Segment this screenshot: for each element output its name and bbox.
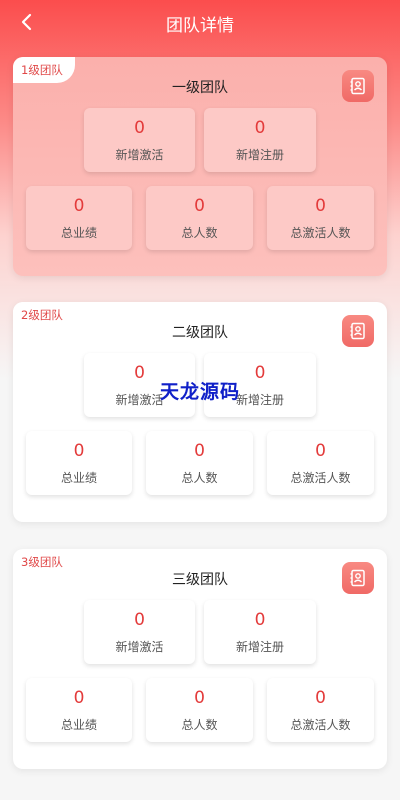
stat-total-active-people[interactable]: 0 总激活人数 <box>267 186 374 250</box>
team-card-level-1: 1级团队 一级团队 0 新增激活 0 新增注册 0 总业绩 0 总人数 0 总激… <box>13 57 387 276</box>
stat-value: 0 <box>73 196 85 216</box>
page-title: 团队详情 <box>166 16 234 36</box>
stat-value: 0 <box>254 610 266 630</box>
stat-value: 0 <box>315 441 326 461</box>
team-card-level-3: 3级团队 三级团队 0 新增激活 0 新增注册 0 总业绩 0 总人数 0 总激… <box>13 549 387 769</box>
stat-value: 0 <box>73 441 85 461</box>
stat-value: 0 <box>73 688 85 708</box>
stat-total-people[interactable]: 0 总人数 <box>146 678 253 742</box>
stat-label: 新增注册 <box>235 148 284 162</box>
stat-value: 0 <box>194 688 205 708</box>
watermark-text: 天龙源码 <box>159 381 240 403</box>
stat-label: 总人数 <box>181 471 218 485</box>
team-card-level-2: 2级团队 二级团队 0 新增激活 0 新增注册 0 总业绩 0 总人数 0 总激… <box>13 302 387 522</box>
stat-new-register[interactable]: 0 新增注册 <box>204 600 316 664</box>
stat-value: 0 <box>194 441 205 461</box>
stat-label: 总人数 <box>181 718 218 732</box>
stat-label: 总激活人数 <box>290 226 351 240</box>
stat-total-performance[interactable]: 0 总业绩 <box>26 431 132 495</box>
stat-value: 0 <box>134 610 145 630</box>
contacts-button[interactable] <box>342 562 374 594</box>
stat-label: 总人数 <box>181 226 218 240</box>
stat-new-active[interactable]: 0 新增激活 <box>84 108 195 172</box>
contact-book-icon <box>350 569 365 587</box>
team-title: 二级团队 <box>172 325 228 341</box>
stat-new-register[interactable]: 0 新增注册 <box>204 108 316 172</box>
stat-value: 0 <box>315 196 326 216</box>
stat-new-active[interactable]: 0 新增激活 <box>84 600 195 664</box>
contacts-button[interactable] <box>342 70 374 102</box>
stat-value: 0 <box>194 196 205 216</box>
contact-book-icon <box>350 322 365 340</box>
stat-total-performance[interactable]: 0 总业绩 <box>26 186 132 250</box>
stat-label: 新增激活 <box>115 640 164 654</box>
team-title: 三级团队 <box>172 572 228 588</box>
stat-value: 0 <box>254 118 266 138</box>
stat-label: 总激活人数 <box>290 471 351 485</box>
stat-label: 总业绩 <box>60 226 97 240</box>
stat-total-people[interactable]: 0 总人数 <box>146 431 253 495</box>
stat-total-people[interactable]: 0 总人数 <box>146 186 253 250</box>
top-bar: 团队详情 <box>0 0 400 46</box>
stat-value: 0 <box>134 118 145 138</box>
stat-label: 总业绩 <box>60 471 97 485</box>
stat-label: 总激活人数 <box>290 718 351 732</box>
stat-label: 新增激活 <box>115 148 164 162</box>
contact-book-icon <box>350 77 365 95</box>
stat-total-performance[interactable]: 0 总业绩 <box>26 678 132 742</box>
stat-total-active-people[interactable]: 0 总激活人数 <box>267 678 374 742</box>
stat-label: 新增注册 <box>235 640 284 654</box>
stat-value: 0 <box>315 688 326 708</box>
stat-label: 总业绩 <box>60 718 97 732</box>
team-title: 一级团队 <box>172 80 228 96</box>
stat-total-active-people[interactable]: 0 总激活人数 <box>267 431 374 495</box>
contacts-button[interactable] <box>342 315 374 347</box>
